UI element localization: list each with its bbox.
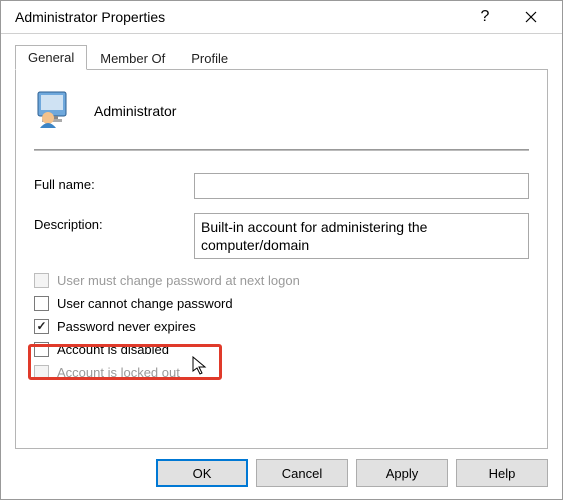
checkbox-icon[interactable] bbox=[34, 296, 49, 311]
check-must-change-password: User must change password at next logon bbox=[34, 273, 529, 288]
checkbox-icon bbox=[34, 273, 49, 288]
tab-general[interactable]: General bbox=[15, 45, 87, 70]
row-fullname: Full name: bbox=[34, 173, 529, 199]
row-description: Description: Built-in account for admini… bbox=[34, 213, 529, 259]
user-icon bbox=[34, 88, 76, 133]
button-row: OK Cancel Apply Help bbox=[1, 449, 562, 499]
account-header: Administrator bbox=[34, 84, 529, 143]
account-name: Administrator bbox=[94, 103, 176, 119]
tab-memberof[interactable]: Member Of bbox=[87, 46, 178, 70]
check-label: Account is disabled bbox=[57, 342, 169, 357]
apply-button[interactable]: Apply bbox=[356, 459, 448, 487]
close-icon[interactable] bbox=[508, 2, 554, 32]
divider bbox=[34, 149, 529, 151]
check-label: Password never expires bbox=[57, 319, 196, 334]
description-field[interactable]: Built-in account for administering the c… bbox=[194, 213, 529, 259]
content-area: General Member Of Profile Administrator bbox=[1, 34, 562, 449]
tab-panel-general: Administrator Full name: Description: Bu… bbox=[15, 69, 548, 449]
check-label: User cannot change password bbox=[57, 296, 233, 311]
check-account-is-disabled[interactable]: Account is disabled bbox=[34, 342, 529, 357]
check-label: Account is locked out bbox=[57, 365, 180, 380]
tab-profile[interactable]: Profile bbox=[178, 46, 241, 70]
checkbox-icon bbox=[34, 365, 49, 380]
titlebar: Administrator Properties ? bbox=[1, 1, 562, 34]
ok-button[interactable]: OK bbox=[156, 459, 248, 487]
cancel-button[interactable]: Cancel bbox=[256, 459, 348, 487]
properties-window: Administrator Properties ? General Membe… bbox=[0, 0, 563, 500]
window-title: Administrator Properties bbox=[15, 9, 462, 25]
fullname-label: Full name: bbox=[34, 173, 194, 192]
checkbox-icon[interactable] bbox=[34, 342, 49, 357]
checkbox-icon[interactable] bbox=[34, 319, 49, 334]
check-account-locked-out: Account is locked out bbox=[34, 365, 529, 380]
description-label: Description: bbox=[34, 213, 194, 232]
help-button[interactable]: Help bbox=[456, 459, 548, 487]
help-icon[interactable]: ? bbox=[462, 2, 508, 32]
check-cannot-change-password[interactable]: User cannot change password bbox=[34, 296, 529, 311]
tab-strip: General Member Of Profile bbox=[15, 44, 548, 70]
check-label: User must change password at next logon bbox=[57, 273, 300, 288]
fullname-field[interactable] bbox=[194, 173, 529, 199]
check-password-never-expires[interactable]: Password never expires bbox=[34, 319, 529, 334]
